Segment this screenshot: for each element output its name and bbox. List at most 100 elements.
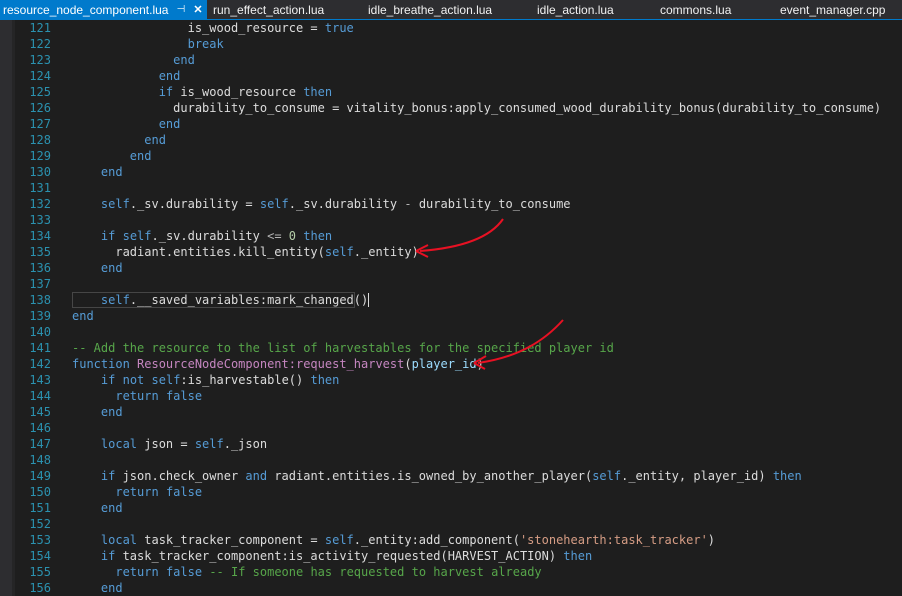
code-line: 146	[0, 420, 902, 436]
code-text: end	[72, 148, 152, 164]
code-token: <=	[267, 229, 282, 243]
code-token: and	[245, 469, 268, 483]
code-token: json =	[137, 437, 195, 451]
line-number: 128	[29, 133, 51, 147]
tab-bar: resource_node_component.lua ⊣ ✕ run_effect_…	[0, 0, 902, 20]
tab-resource-node-component-lua[interactable]: resource_node_component.lua ⊣ ✕	[0, 0, 207, 19]
code-text: return false	[72, 484, 202, 500]
code-line: 138 self.__saved_variables:mark_changed(…	[0, 292, 902, 308]
tab-event-manager-cpp[interactable]: event_manager.cpp	[780, 0, 885, 19]
code-line: 122 break	[0, 36, 902, 52]
code-line: 135 radiant.entities.kill_entity(self._e…	[0, 244, 902, 260]
code-token: .__saved_variables:mark_changed()	[129, 293, 369, 307]
code-line: 126 durability_to_consume = vitality_bon…	[0, 100, 902, 116]
code-line: 137	[0, 276, 902, 292]
line-number: 139	[29, 309, 51, 323]
line-number: 143	[29, 373, 51, 387]
line-number: 135	[29, 245, 51, 259]
close-icon[interactable]: ✕	[192, 3, 203, 16]
code-line: 148	[0, 452, 902, 468]
code-token: 0	[288, 229, 297, 243]
code-token: end	[100, 261, 123, 275]
code-token: player_id	[411, 357, 477, 371]
code-token: end	[158, 117, 181, 131]
code-text: self._sv.durability = self._sv.durabilit…	[72, 196, 571, 212]
code-token: ResourceNodeComponent:request_harvest	[137, 357, 405, 371]
code-text: -- Add the resource to the list of harve…	[72, 340, 614, 356]
line-number: 155	[29, 565, 51, 579]
code-line: 144 return false	[0, 388, 902, 404]
code-token: function	[72, 357, 130, 371]
code-token: self	[259, 197, 289, 211]
code-text: local task_tracker_component = self._ent…	[72, 532, 715, 548]
line-number: 130	[29, 165, 51, 179]
code-line: 131	[0, 180, 902, 196]
code-line: 154 if task_tracker_component:is_activit…	[0, 548, 902, 564]
code-line: 152	[0, 516, 902, 532]
code-text: end	[72, 164, 123, 180]
code-token: end	[100, 405, 123, 419]
code-line: 145 end	[0, 404, 902, 420]
line-number: 156	[29, 581, 51, 595]
tab-commons-lua[interactable]: commons.lua	[660, 0, 731, 19]
code-text: radiant.entities.kill_entity(self._entit…	[72, 244, 418, 260]
line-number: 140	[29, 325, 51, 339]
line-number: 150	[29, 485, 51, 499]
tab-run-effect-action-lua[interactable]: run_effect_action.lua	[213, 0, 324, 19]
line-number: 154	[29, 549, 51, 563]
code-token: json.check_owner	[115, 469, 246, 483]
line-number: 148	[29, 453, 51, 467]
code-line: 147 local json = self._json	[0, 436, 902, 452]
code-text: end	[72, 68, 181, 84]
code-token: false	[165, 485, 203, 499]
code-token: self	[151, 373, 181, 387]
code-line: 134 if self._sv.durability <= 0 then	[0, 228, 902, 244]
code-editor[interactable]: 121 is_wood_resource = true 122 break 123 …	[0, 20, 902, 596]
code-token: :is_harvestable()	[180, 373, 311, 387]
code-text: end	[72, 580, 123, 596]
line-number: 137	[29, 277, 51, 291]
code-line: 130 end	[0, 164, 902, 180]
tab-idle-breathe-action-lua[interactable]: idle_breathe_action.lua	[368, 0, 492, 19]
line-number: 152	[29, 517, 51, 531]
code-token: self	[122, 229, 152, 243]
code-text: end	[72, 132, 166, 148]
code-token: not	[122, 373, 145, 387]
code-token: self	[324, 533, 354, 547]
code-line: 151 end	[0, 500, 902, 516]
code-line: 149 if json.check_owner and radiant.enti…	[0, 468, 902, 484]
code-line: 128 end	[0, 132, 902, 148]
code-token: )	[476, 357, 484, 371]
code-token: then	[303, 229, 333, 243]
code-text: end	[72, 500, 123, 516]
line-number: 129	[29, 149, 51, 163]
code-line: 127 end	[0, 116, 902, 132]
code-token: -	[404, 197, 412, 211]
code-text: if self._sv.durability <= 0 then	[72, 228, 332, 244]
code-line: 143 if not self:is_harvestable() then	[0, 372, 902, 388]
code-text: durability_to_consume = vitality_bonus:a…	[72, 100, 881, 116]
tab-idle-action-lua[interactable]: idle_action.lua	[537, 0, 614, 19]
line-number: 141	[29, 341, 51, 355]
pin-icon[interactable]: ⊣	[175, 4, 186, 15]
code-token: is_wood_resource =	[72, 21, 325, 35]
code-text: end	[72, 52, 195, 68]
line-number: 136	[29, 261, 51, 275]
code-token: end	[100, 165, 123, 179]
code-token: false	[165, 565, 203, 579]
tab-label: idle_breathe_action.lua	[368, 2, 493, 17]
code-line: 133	[0, 212, 902, 228]
